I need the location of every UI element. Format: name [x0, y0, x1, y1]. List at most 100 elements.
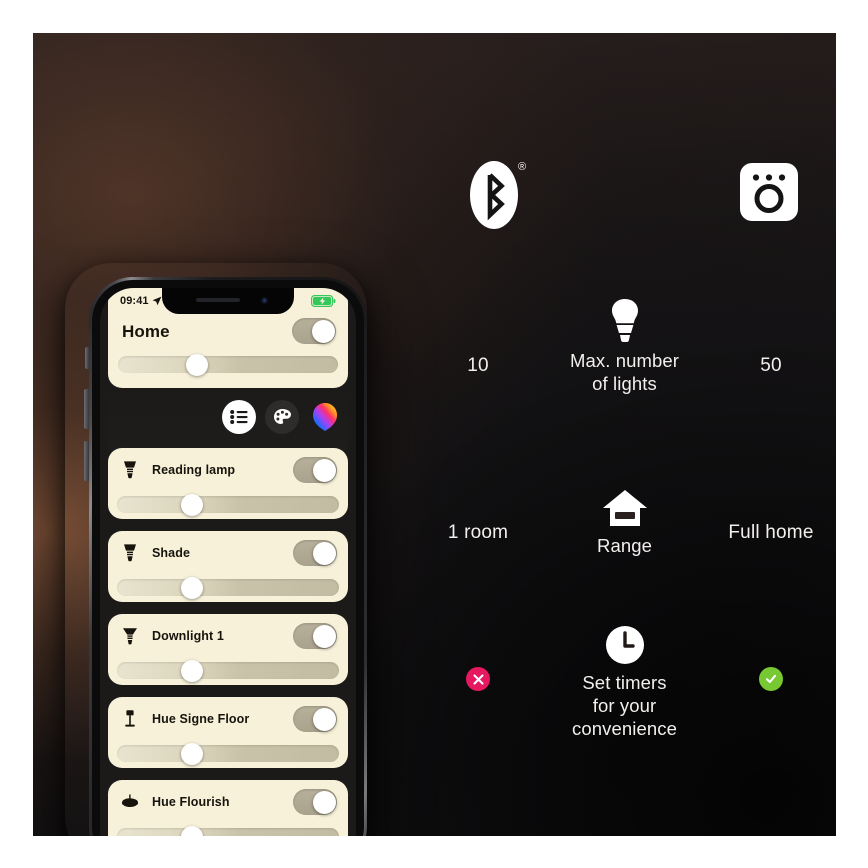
range-right-value: Full home [728, 522, 814, 543]
light-card-reading-lamp[interactable]: Reading lamp [108, 448, 348, 519]
light-brightness-slider[interactable] [117, 659, 339, 682]
check-badge [759, 667, 783, 691]
timers-caption-line3: convenience [572, 718, 677, 739]
light-toggle[interactable] [293, 789, 348, 815]
clock-glyph [605, 626, 644, 664]
light-name: Hue Flourish [152, 795, 230, 809]
light-card-shade[interactable]: Shade [108, 531, 348, 602]
slider-track [117, 576, 339, 599]
range-right-cell: Full home [706, 488, 836, 544]
toggle-knob [312, 624, 336, 648]
toggle-track [293, 789, 337, 815]
toggle-track [293, 623, 337, 649]
phone-frame: 09:41 Home Reading lamp Shade Downlight … [89, 277, 367, 836]
close-icon [472, 673, 484, 685]
light-name: Hue Signe Floor [152, 712, 250, 726]
slider-knob[interactable] [181, 825, 204, 836]
spot-bulb-glyph [124, 461, 136, 479]
max-lights-left-value: 10 [467, 355, 489, 376]
check-icon [765, 674, 777, 684]
light-card-header: Downlight 1 [108, 614, 348, 658]
toggle-track [292, 318, 336, 344]
comparison-table: 10 Max. number of lights 50 1 room Range… [413, 33, 836, 836]
tab-colors[interactable] [308, 400, 342, 434]
timers-right-cell [706, 625, 836, 691]
home-master-toggle[interactable] [292, 318, 336, 344]
range-left-cell: 1 room [413, 488, 543, 544]
toggle-knob [311, 319, 335, 343]
clock-icon [605, 625, 645, 665]
bulb-glyph [611, 299, 638, 342]
pendant-icon [108, 794, 152, 810]
light-toggle[interactable] [293, 540, 348, 566]
toggle-knob [312, 707, 336, 731]
toggle-track [293, 540, 337, 566]
phone-bezel: 09:41 Home Reading lamp Shade Downlight … [92, 280, 364, 836]
light-card-hue-flourish[interactable]: Hue Flourish [108, 780, 348, 836]
light-brightness-slider[interactable] [117, 742, 339, 765]
floor-lamp-icon [108, 709, 152, 729]
toggle-track [293, 706, 337, 732]
comparison-row-timers: Set timers for your convenience [413, 625, 836, 740]
status-bar-right [311, 295, 336, 307]
phone-screen: 09:41 Home Reading lamp Shade Downlight … [100, 288, 356, 836]
spot-bulb-icon [108, 543, 152, 563]
slider-knob[interactable] [181, 659, 204, 682]
light-card-header: Hue Signe Floor [108, 697, 348, 741]
light-toggle[interactable] [293, 706, 348, 732]
cross-badge [466, 667, 490, 691]
downlight-icon [108, 626, 152, 646]
slider-knob[interactable] [186, 353, 209, 376]
earpiece-speaker [196, 298, 240, 302]
light-card-header: Shade [108, 531, 348, 575]
light-brightness-slider[interactable] [117, 493, 339, 516]
toggle-track [293, 457, 337, 483]
tab-list[interactable] [222, 400, 256, 434]
timers-left-cell [413, 625, 543, 691]
spot-bulb-glyph [124, 544, 136, 562]
light-toggle[interactable] [293, 623, 348, 649]
light-name: Reading lamp [152, 463, 236, 477]
bulb-icon [608, 297, 642, 343]
light-card-header: Reading lamp [108, 448, 348, 492]
light-card-downlight-1[interactable]: Downlight 1 [108, 614, 348, 685]
slider-knob[interactable] [181, 493, 204, 516]
light-card-hue-signe-floor[interactable]: Hue Signe Floor [108, 697, 348, 768]
light-name: Shade [152, 546, 191, 560]
slider-track [118, 353, 338, 376]
comparison-row-max-lights: 10 Max. number of lights 50 [413, 297, 836, 395]
spot-bulb-icon [108, 460, 152, 480]
tab-scenes[interactable] [265, 400, 299, 434]
list-icon [230, 410, 248, 424]
max-lights-right-cell: 50 [706, 297, 836, 377]
toggle-knob [312, 541, 336, 565]
slider-track [117, 493, 339, 516]
phone-mockup: 09:41 Home Reading lamp Shade Downlight … [61, 251, 371, 836]
house-glyph [602, 490, 647, 526]
pendant-glyph [122, 794, 138, 807]
status-time: 09:41 [120, 295, 149, 307]
light-brightness-slider[interactable] [117, 825, 339, 836]
timers-caption-line1: Set timers [582, 672, 667, 693]
max-lights-right-value: 50 [760, 355, 782, 376]
poster-canvas: ® 10 Max. number of lights 50 1 room Ran… [33, 33, 836, 836]
page-title: Home [122, 322, 170, 341]
location-arrow-icon [152, 296, 162, 306]
toggle-knob [312, 790, 336, 814]
slider-track [117, 825, 339, 836]
light-name: Downlight 1 [152, 629, 224, 643]
palette-icon [273, 409, 291, 424]
slider-knob[interactable] [181, 742, 204, 765]
max-lights-center-cell: Max. number of lights [543, 297, 706, 395]
light-brightness-slider[interactable] [117, 576, 339, 599]
slider-knob[interactable] [181, 576, 204, 599]
home-brightness-slider[interactable] [118, 353, 338, 376]
light-toggle[interactable] [293, 457, 348, 483]
floor-lamp-glyph [125, 710, 135, 727]
view-tabs [222, 400, 342, 434]
timers-center-cell: Set timers for your convenience [543, 625, 706, 740]
slider-track [117, 659, 339, 682]
phone-notch [162, 288, 294, 314]
house-icon [602, 488, 648, 528]
comparison-row-range: 1 room Range Full home [413, 488, 836, 557]
